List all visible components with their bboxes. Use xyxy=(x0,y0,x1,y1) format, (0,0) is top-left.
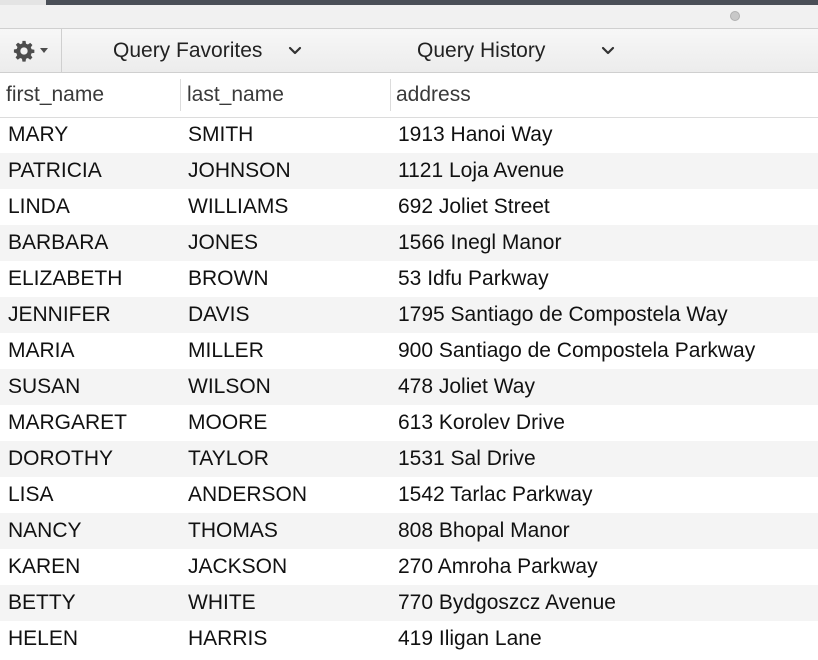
cell-last-name[interactable]: TAYLOR xyxy=(188,441,269,477)
table-row[interactable]: BETTY WHITE 770 Bydgoszcz Avenue xyxy=(0,585,818,621)
cell-first-name[interactable]: NANCY xyxy=(8,513,82,549)
cell-address[interactable]: 270 Amroha Parkway xyxy=(398,549,598,585)
cell-address[interactable]: 1531 Sal Drive xyxy=(398,441,536,477)
cell-address[interactable]: 1121 Loja Avenue xyxy=(398,153,564,189)
cell-first-name[interactable]: DOROTHY xyxy=(8,441,113,477)
query-history-button[interactable]: Query History xyxy=(417,29,615,72)
cell-address[interactable]: 1795 Santiago de Compostela Way xyxy=(398,297,728,333)
cell-address[interactable]: 53 Idfu Parkway xyxy=(398,261,549,297)
cell-last-name[interactable]: MILLER xyxy=(188,333,264,369)
cell-first-name[interactable]: KAREN xyxy=(8,549,80,585)
cell-last-name[interactable]: WHITE xyxy=(188,585,256,621)
cell-last-name[interactable]: WILSON xyxy=(188,369,271,405)
cell-last-name[interactable]: WILLIAMS xyxy=(188,189,288,225)
query-favorites-button[interactable]: Query Favorites xyxy=(113,29,302,72)
cell-last-name[interactable]: BROWN xyxy=(188,261,269,297)
table-row[interactable]: MARIA MILLER 900 Santiago de Compostela Pa… xyxy=(0,333,818,369)
cell-last-name[interactable]: JONES xyxy=(188,225,258,261)
chevron-down-icon xyxy=(39,47,49,55)
query-toolbar: Query Favorites Query History xyxy=(0,29,818,73)
cell-address[interactable]: 808 Bhopal Manor xyxy=(398,513,570,549)
table-row[interactable]: JENNIFER DAVIS 1795 Santiago de Compostela… xyxy=(0,297,818,333)
table-row[interactable]: LINDA WILLIAMS 692 Joliet Street xyxy=(0,189,818,225)
table-row[interactable]: LISA ANDERSON 1542 Tarlac Parkway xyxy=(0,477,818,513)
table-row[interactable]: MARGARET MOORE 613 Korolev Drive xyxy=(0,405,818,441)
query-favorites-label: Query Favorites xyxy=(113,38,263,62)
cell-first-name[interactable]: BARBARA xyxy=(8,225,108,261)
table-row[interactable]: SUSAN WILSON 478 Joliet Way xyxy=(0,369,818,405)
cell-last-name[interactable]: DAVIS xyxy=(188,297,249,333)
table-row[interactable]: BARBARA JONES 1566 Inegl Manor xyxy=(0,225,818,261)
cell-first-name[interactable]: ELIZABETH xyxy=(8,261,122,297)
cell-last-name[interactable]: HARRIS xyxy=(188,621,267,657)
table-row[interactable]: DOROTHY TAYLOR 1531 Sal Drive xyxy=(0,441,818,477)
cell-last-name[interactable]: ANDERSON xyxy=(188,477,307,513)
cell-first-name[interactable]: PATRICIA xyxy=(8,153,102,189)
cell-first-name[interactable]: MARY xyxy=(8,117,68,153)
cell-last-name[interactable]: SMITH xyxy=(188,117,253,153)
cell-address[interactable]: 900 Santiago de Compostela Parkway xyxy=(398,333,755,369)
results-table-body: MARY SMITH 1913 Hanoi Way PATRICIA JOHNSON 11… xyxy=(0,117,818,657)
table-row[interactable]: ELIZABETH BROWN 53 Idfu Parkway xyxy=(0,261,818,297)
cell-address[interactable]: 692 Joliet Street xyxy=(398,189,550,225)
cell-first-name[interactable]: HELEN xyxy=(8,621,78,657)
cell-first-name[interactable]: SUSAN xyxy=(8,369,80,405)
cell-last-name[interactable]: JOHNSON xyxy=(188,153,291,189)
table-row[interactable]: PATRICIA JOHNSON 1121 Loja Avenue xyxy=(0,153,818,189)
window-top-strip xyxy=(0,0,818,29)
column-header-address[interactable]: address xyxy=(396,73,471,117)
table-row[interactable]: NANCY THOMAS 808 Bhopal Manor xyxy=(0,513,818,549)
cell-first-name[interactable]: JENNIFER xyxy=(8,297,111,333)
cell-last-name[interactable]: JACKSON xyxy=(188,549,287,585)
table-row[interactable]: KAREN JACKSON 270 Amroha Parkway xyxy=(0,549,818,585)
cell-first-name[interactable]: MARIA xyxy=(8,333,75,369)
table-row[interactable]: HELEN HARRIS 419 Iligan Lane xyxy=(0,621,818,657)
gear-menu-button[interactable] xyxy=(0,29,62,72)
top-dark-edge xyxy=(46,0,818,5)
cell-first-name[interactable]: LISA xyxy=(8,477,54,513)
cell-address[interactable]: 1913 Hanoi Way xyxy=(398,117,552,153)
cell-address[interactable]: 1566 Inegl Manor xyxy=(398,225,561,261)
column-divider[interactable] xyxy=(180,79,181,111)
cell-address[interactable]: 1542 Tarlac Parkway xyxy=(398,477,593,513)
cell-address[interactable]: 613 Korolev Drive xyxy=(398,405,565,441)
chevron-down-icon xyxy=(601,46,615,56)
top-left-tab xyxy=(0,0,47,5)
chevron-down-icon xyxy=(288,46,302,56)
table-row[interactable]: MARY SMITH 1913 Hanoi Way xyxy=(0,117,818,153)
splitter-handle[interactable] xyxy=(730,11,740,21)
column-header-first-name[interactable]: first_name xyxy=(6,73,104,117)
gear-icon xyxy=(13,40,35,62)
column-header-last-name[interactable]: last_name xyxy=(187,73,284,117)
cell-first-name[interactable]: LINDA xyxy=(8,189,70,225)
cell-address[interactable]: 478 Joliet Way xyxy=(398,369,535,405)
column-divider[interactable] xyxy=(390,79,391,111)
cell-address[interactable]: 770 Bydgoszcz Avenue xyxy=(398,585,616,621)
cell-last-name[interactable]: THOMAS xyxy=(188,513,278,549)
cell-last-name[interactable]: MOORE xyxy=(188,405,267,441)
results-header-row: first_name last_name address xyxy=(0,73,818,118)
query-history-label: Query History xyxy=(417,38,546,62)
cell-address[interactable]: 419 Iligan Lane xyxy=(398,621,542,657)
cell-first-name[interactable]: BETTY xyxy=(8,585,76,621)
cell-first-name[interactable]: MARGARET xyxy=(8,405,127,441)
